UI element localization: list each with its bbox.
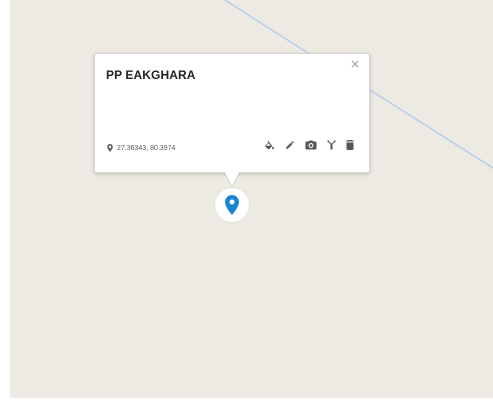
fill-color-icon[interactable] <box>263 140 275 150</box>
coordinates-readout: 27.36343, 80.3974 <box>107 144 175 152</box>
edit-pencil-icon[interactable] <box>285 140 295 150</box>
location-pin-icon <box>107 144 113 152</box>
popup-title: PP EAKGHARA <box>106 68 196 82</box>
popup-toolbar <box>263 140 354 150</box>
close-button[interactable]: × <box>350 58 360 70</box>
delete-trash-icon[interactable] <box>346 140 354 150</box>
map-marker-pin-icon <box>225 195 239 215</box>
coordinates-text: 27.36343, 80.3974 <box>117 144 176 152</box>
camera-icon[interactable] <box>305 140 317 150</box>
popup-tail <box>224 171 240 186</box>
directions-fork-icon[interactable] <box>327 140 336 150</box>
map-marker[interactable] <box>215 188 249 222</box>
info-popup: PP EAKGHARA × 27.36343, 80.3974 <box>94 53 370 173</box>
